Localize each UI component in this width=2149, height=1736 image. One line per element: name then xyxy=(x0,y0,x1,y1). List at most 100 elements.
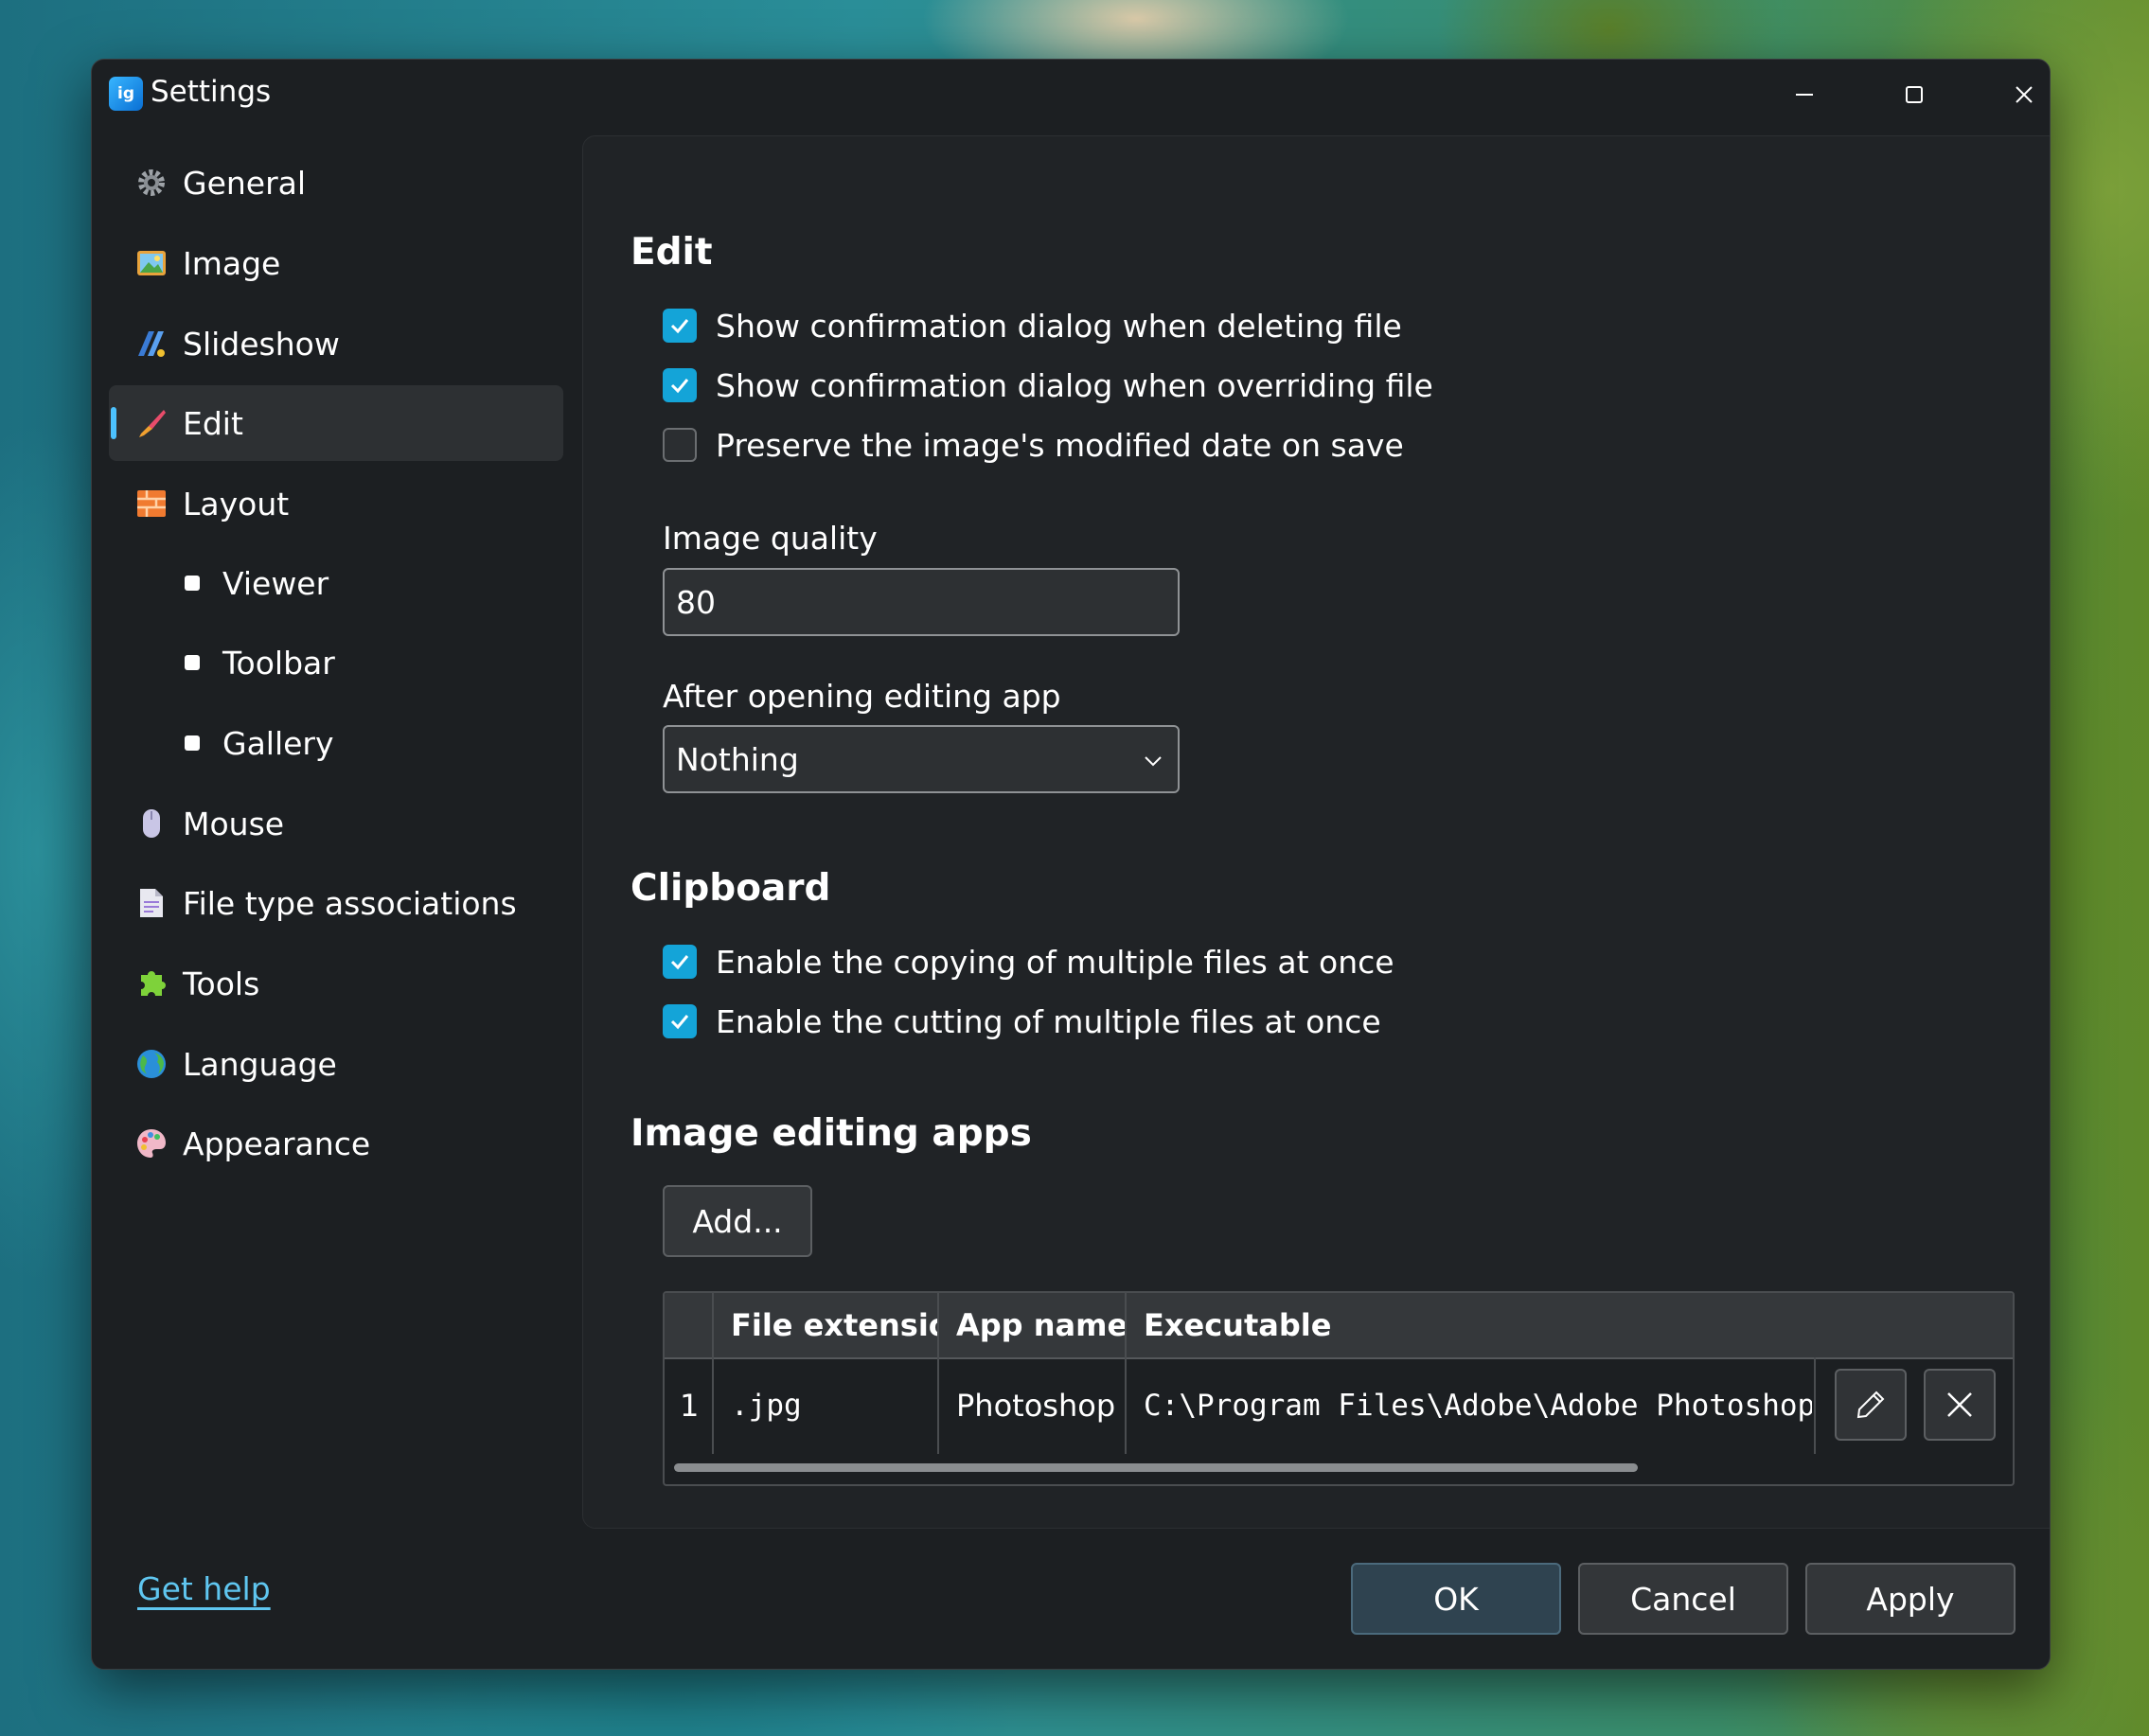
copy-multiple-checkbox[interactable] xyxy=(663,945,697,979)
sidebar-item-label: Slideshow xyxy=(183,325,340,363)
layout-icon xyxy=(135,487,168,520)
preserve-date-checkbox-row[interactable]: Preserve the image's modified date on sa… xyxy=(663,424,1404,466)
checkbox-label: Enable the copying of multiple files at … xyxy=(716,943,1394,981)
sidebar-item-appearance[interactable]: Appearance xyxy=(109,1106,563,1181)
maximize-icon xyxy=(1906,86,1923,103)
sidebar-item-toolbar[interactable]: Toolbar xyxy=(109,625,563,700)
sidebar-nav: General Image Slideshow Edit Layout View… xyxy=(109,145,563,1565)
column-divider xyxy=(937,1293,939,1454)
close-icon xyxy=(2016,86,2033,103)
mouse-icon xyxy=(135,807,168,840)
settings-content-panel: Edit Show confirmation dialog when delet… xyxy=(582,135,2050,1529)
close-button[interactable] xyxy=(1991,71,2050,118)
window-title: Settings xyxy=(151,75,272,109)
sidebar-item-edit[interactable]: Edit xyxy=(109,385,563,461)
cancel-button[interactable]: Cancel xyxy=(1578,1563,1788,1635)
maximize-button[interactable] xyxy=(1881,71,1947,118)
apply-button[interactable]: Apply xyxy=(1805,1563,2016,1635)
sidebar-item-label: Tools xyxy=(183,965,260,1002)
minimize-button[interactable] xyxy=(1771,71,1838,118)
column-divider xyxy=(1814,1357,1816,1454)
title-bar[interactable]: ig Settings xyxy=(92,60,2050,128)
sidebar-item-label: Layout xyxy=(183,485,290,523)
slideshow-icon xyxy=(135,328,168,360)
gear-icon xyxy=(135,167,168,199)
confirm-override-checkbox-row[interactable]: Show confirmation dialog when overriding… xyxy=(663,364,1433,406)
row-app-name: Photoshop xyxy=(956,1388,1116,1424)
edit-section-title: Edit xyxy=(630,231,713,274)
edit-row-button[interactable] xyxy=(1835,1369,1907,1441)
cut-multiple-checkbox-row[interactable]: Enable the cutting of multiple files at … xyxy=(663,1001,1381,1042)
checkbox-label: Preserve the image's modified date on sa… xyxy=(716,426,1404,464)
delete-row-button[interactable] xyxy=(1924,1369,1996,1441)
clipboard-section-title: Clipboard xyxy=(630,867,831,910)
confirm-delete-checkbox[interactable] xyxy=(663,309,697,343)
sidebar-item-label: Image xyxy=(183,244,281,282)
document-icon xyxy=(135,887,168,919)
column-header-file-extension[interactable]: File extension xyxy=(731,1293,939,1357)
sidebar-item-label: Appearance xyxy=(183,1125,371,1162)
after-opening-dropdown[interactable]: Nothing xyxy=(663,725,1180,793)
sidebar-item-gallery[interactable]: Gallery xyxy=(109,705,563,781)
checkmark-icon xyxy=(670,379,689,394)
globe-icon xyxy=(135,1048,168,1080)
cut-multiple-checkbox[interactable] xyxy=(663,1004,697,1038)
copy-multiple-checkbox-row[interactable]: Enable the copying of multiple files at … xyxy=(663,941,1394,983)
close-icon xyxy=(1947,1392,1972,1417)
horizontal-scrollbar[interactable] xyxy=(674,1463,1638,1472)
table-header: File extension App name Executable xyxy=(665,1293,2013,1359)
sidebar-item-layout[interactable]: Layout xyxy=(109,466,563,541)
column-header-app-name[interactable]: App name xyxy=(956,1293,1127,1357)
bullet-icon xyxy=(185,655,200,670)
app-icon: ig xyxy=(109,77,143,111)
checkmark-icon xyxy=(670,1015,689,1030)
sidebar-item-label: File type associations xyxy=(183,884,517,922)
sidebar-item-slideshow[interactable]: Slideshow xyxy=(109,306,563,381)
sidebar-item-label: Language xyxy=(183,1045,337,1083)
checkmark-icon xyxy=(670,319,689,334)
paintbrush-icon xyxy=(135,407,168,439)
chevron-down-icon xyxy=(1145,756,1162,767)
editing-apps-section-title: Image editing apps xyxy=(630,1112,1032,1155)
sidebar-item-tools[interactable]: Tools xyxy=(109,946,563,1021)
add-app-button[interactable]: Add... xyxy=(663,1185,812,1257)
after-opening-label: After opening editing app xyxy=(663,678,1061,715)
editing-apps-table: File extension App name Executable 1 .jp… xyxy=(663,1291,2015,1486)
sidebar-item-general[interactable]: General xyxy=(109,145,563,221)
column-divider xyxy=(712,1293,714,1454)
image-quality-input[interactable]: 80 xyxy=(663,568,1180,636)
checkbox-label: Enable the cutting of multiple files at … xyxy=(716,1002,1381,1040)
confirm-delete-checkbox-row[interactable]: Show confirmation dialog when deleting f… xyxy=(663,305,1402,346)
bullet-icon xyxy=(185,576,200,591)
checkmark-icon xyxy=(670,955,689,970)
minimize-icon xyxy=(1796,94,1813,96)
pencil-icon xyxy=(1856,1391,1885,1419)
picture-icon xyxy=(135,247,168,279)
row-index: 1 xyxy=(680,1388,700,1424)
dropdown-selected-value: Nothing xyxy=(676,740,799,778)
checkbox-label: Show confirmation dialog when overriding… xyxy=(716,366,1433,404)
column-header-executable[interactable]: Executable xyxy=(1144,1293,1428,1357)
sidebar-item-label: Gallery xyxy=(222,724,334,762)
ok-button[interactable]: OK xyxy=(1351,1563,1561,1635)
sidebar-item-viewer[interactable]: Viewer xyxy=(109,545,563,621)
sidebar-item-label: Viewer xyxy=(222,564,329,602)
sidebar-item-label: General xyxy=(183,164,307,202)
puzzle-icon xyxy=(135,967,168,1000)
bullet-icon xyxy=(185,735,200,751)
sidebar-item-language[interactable]: Language xyxy=(109,1026,563,1102)
settings-window: ig Settings General Image Slideshow Edit… xyxy=(91,59,2051,1670)
checkbox-label: Show confirmation dialog when deleting f… xyxy=(716,307,1402,345)
preserve-date-checkbox[interactable] xyxy=(663,428,697,462)
sidebar-item-image[interactable]: Image xyxy=(109,225,563,301)
confirm-override-checkbox[interactable] xyxy=(663,368,697,402)
row-extension: .jpg xyxy=(731,1389,802,1423)
sidebar-item-mouse[interactable]: Mouse xyxy=(109,786,563,861)
palette-icon xyxy=(135,1127,168,1160)
image-quality-label: Image quality xyxy=(663,520,878,557)
sidebar-item-label: Mouse xyxy=(183,805,285,842)
sidebar-item-file-type-associations[interactable]: File type associations xyxy=(109,865,563,941)
row-executable: C:\Program Files\Adobe\Adobe Photoshop xyxy=(1144,1389,1812,1423)
get-help-link[interactable]: Get help xyxy=(137,1570,271,1607)
column-divider xyxy=(1125,1293,1127,1454)
